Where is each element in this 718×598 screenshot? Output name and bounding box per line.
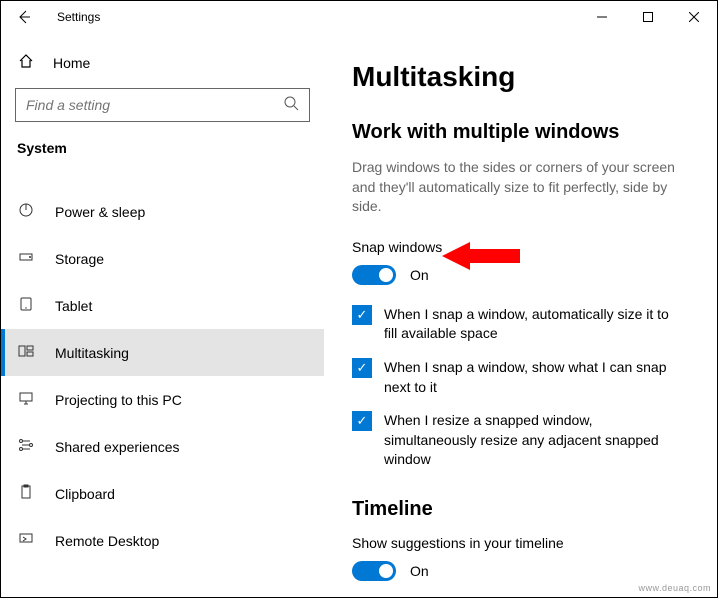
nav-item-power-sleep[interactable]: Power & sleep [1,188,324,235]
section-heading: Work with multiple windows [352,121,685,144]
checkbox-auto-size[interactable]: ✓ [352,305,372,325]
nav-label: Power & sleep [55,204,145,220]
nav-item-multitasking[interactable]: Multitasking [1,329,324,376]
clipboard-icon [17,484,35,503]
project-icon [17,390,35,409]
search-box[interactable] [15,88,310,122]
section-heading: Timeline [352,498,685,521]
nav-label: Multitasking [55,345,129,361]
close-button[interactable] [671,1,717,33]
back-button[interactable] [9,2,39,32]
watermark: www.deuaq.com [638,583,711,593]
nav-item-tablet[interactable]: Tablet [1,282,324,329]
shared-icon [17,437,35,456]
app-title: Settings [57,10,100,24]
section-label: System [1,132,324,170]
main-panel: Multitasking Work with multiple windows … [324,33,717,597]
home-nav-item[interactable]: Home [1,45,324,80]
nav-label: Clipboard [55,486,115,502]
nav-label: Projecting to this PC [55,392,182,408]
nav-label: Tablet [55,298,92,314]
search-input[interactable] [26,97,283,113]
multitask-icon [17,343,35,362]
checkbox-show-snap-next[interactable]: ✓ [352,358,372,378]
nav-label: Remote Desktop [55,533,159,549]
nav-item-shared-experiences[interactable]: Shared experiences [1,423,324,470]
nav-label: Storage [55,251,104,267]
timeline-suggestions-toggle[interactable] [352,561,396,581]
checkbox-resize-adjacent[interactable]: ✓ [352,411,372,431]
snap-windows-toggle[interactable] [352,265,396,285]
nav-item-clipboard[interactable]: Clipboard [1,470,324,517]
tablet-icon [17,296,35,315]
nav-item-projecting[interactable]: Projecting to this PC [1,376,324,423]
timeline-suggestions-state: On [410,563,429,579]
nav-label: Shared experiences [55,439,180,455]
checkbox-label: When I resize a snapped window, simultan… [384,411,685,470]
timeline-suggestions-label: Show suggestions in your timeline [352,535,685,551]
power-icon [17,202,35,221]
page-title: Multitasking [352,61,685,93]
checkbox-label: When I snap a window, automatically size… [384,305,685,344]
checkbox-label: When I snap a window, show what I can sn… [384,358,685,397]
snap-windows-label: Snap windows [352,239,685,255]
section-description: Drag windows to the sides or corners of … [352,158,685,217]
snap-windows-state: On [410,267,429,283]
nav-item-remote-desktop[interactable]: Remote Desktop [1,517,324,564]
search-icon [283,95,299,116]
remote-icon [17,531,35,550]
maximize-button[interactable] [625,1,671,33]
home-label: Home [53,55,90,71]
minimize-button[interactable] [579,1,625,33]
storage-icon [17,249,35,268]
sidebar: Home System Power & sleep Storage Tablet [1,33,324,597]
nav-item-storage[interactable]: Storage [1,235,324,282]
home-icon [17,53,35,72]
